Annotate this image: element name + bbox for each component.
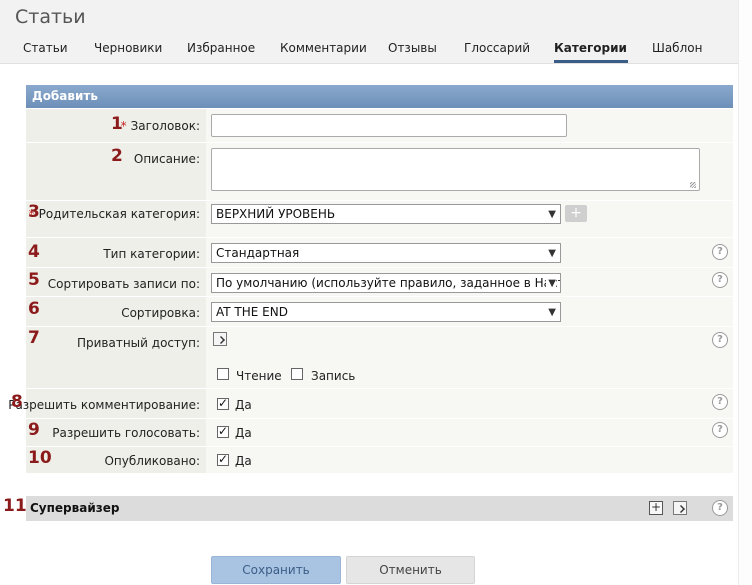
marker-11: 11 xyxy=(3,496,27,516)
chevron-down-icon: ▼ xyxy=(548,248,556,259)
tab-comments[interactable]: Комментарии xyxy=(280,40,367,63)
description-textarea[interactable] xyxy=(211,148,700,191)
allow-voting-label: Разрешить голосовать: xyxy=(52,426,200,440)
row-title: * Заголовок: xyxy=(26,109,733,143)
add-icon[interactable]: + xyxy=(649,501,663,515)
top-bar: Статьи Статьи Черновики Избранное Коммен… xyxy=(0,0,738,64)
parent-category-select[interactable]: ВЕРХНИЙ УРОВЕНЬ ▼ xyxy=(211,204,561,224)
category-type-label: Тип категории: xyxy=(103,247,200,261)
marker-8: 8 xyxy=(11,392,23,412)
published-label: Опубликовано: xyxy=(104,454,200,468)
sort-entries-select[interactable]: По умолчанию (используйте правило, задан… xyxy=(211,273,561,293)
marker-10: 10 xyxy=(28,448,52,468)
supervisor-section: Супервайзер + ? xyxy=(26,496,733,521)
allow-voting-checkbox[interactable] xyxy=(217,424,229,438)
tab-articles[interactable]: Статьи xyxy=(23,40,68,63)
allow-comments-yes-label: Да xyxy=(235,398,252,412)
help-icon[interactable]: ? xyxy=(712,332,728,348)
marker-5: 5 xyxy=(28,270,40,290)
allow-voting-yes-label: Да xyxy=(235,426,252,440)
permissions-icon[interactable] xyxy=(213,332,227,346)
help-icon[interactable]: ? xyxy=(712,272,728,288)
page-title: Статьи xyxy=(15,6,86,28)
row-category-type: Тип категории: Стандартная ▼ ? xyxy=(26,238,733,268)
chevron-down-icon: ▼ xyxy=(548,307,556,318)
add-parent-category-button[interactable]: + xyxy=(565,205,587,222)
row-sorting: Сортировка: AT THE END ▼ xyxy=(26,297,733,327)
row-description: Описание: xyxy=(26,143,733,201)
tab-glossary[interactable]: Глоссарий xyxy=(464,40,530,63)
resize-grip-icon[interactable] xyxy=(690,182,696,188)
marker-7: 7 xyxy=(28,328,40,348)
marker-1: 1 xyxy=(111,114,123,134)
title-label: * Заголовок: xyxy=(120,119,200,133)
row-allow-voting: Разрешить голосовать: Да ? xyxy=(26,419,733,447)
sort-entries-label: Сортировать записи по: xyxy=(47,277,200,291)
row-sort-entries: Сортировать записи по: По умолчанию (исп… xyxy=(26,268,733,297)
tab-favorites[interactable]: Избранное xyxy=(187,40,255,63)
cancel-button[interactable]: Отменить xyxy=(346,556,475,584)
marker-6: 6 xyxy=(28,299,40,319)
row-allow-comments: Разрешить комментирование: Да ? xyxy=(8,389,733,419)
vertical-scrollbar[interactable] xyxy=(738,0,752,585)
help-icon[interactable]: ? xyxy=(712,394,728,410)
row-published: Опубликовано: Да xyxy=(26,447,733,474)
description-label: Описание: xyxy=(133,152,200,166)
help-icon[interactable]: ? xyxy=(712,422,728,438)
write-label: Запись xyxy=(311,369,356,383)
tab-bar: Статьи Черновики Избранное Комментарии О… xyxy=(0,40,738,63)
parent-category-label: * Родительская категория: xyxy=(28,207,200,221)
allow-comments-checkbox[interactable] xyxy=(217,396,229,410)
category-type-select[interactable]: Стандартная ▼ xyxy=(211,243,561,263)
help-icon[interactable]: ? xyxy=(712,500,728,516)
tab-template[interactable]: Шаблон xyxy=(652,40,702,63)
save-button[interactable]: Сохранить xyxy=(211,556,341,584)
permissions-icon[interactable] xyxy=(673,501,687,515)
marker-3: 3 xyxy=(28,202,40,222)
supervisor-title: Супервайзер xyxy=(30,501,120,515)
private-access-label: Приватный доступ: xyxy=(76,336,200,350)
row-private-access: Приватный доступ: Чтение Запись ? xyxy=(26,327,733,389)
chevron-down-icon: ▼ xyxy=(548,209,556,220)
write-checkbox[interactable] xyxy=(291,368,303,380)
sorting-select[interactable]: AT THE END ▼ xyxy=(211,302,561,322)
published-yes-label: Да xyxy=(235,454,252,468)
tab-categories[interactable]: Категории xyxy=(554,40,628,63)
read-label: Чтение xyxy=(236,369,282,383)
tab-drafts[interactable]: Черновики xyxy=(94,40,162,63)
chevron-down-icon: ▼ xyxy=(546,275,556,292)
title-input[interactable] xyxy=(211,114,567,137)
sorting-label: Сортировка: xyxy=(121,306,200,320)
marker-4: 4 xyxy=(28,242,40,262)
row-parent-category: * Родительская категория: ВЕРХНИЙ УРОВЕНЬ… xyxy=(26,201,733,238)
read-checkbox[interactable] xyxy=(217,368,229,380)
marker-2: 2 xyxy=(111,146,123,166)
tab-reviews[interactable]: Отзывы xyxy=(388,40,437,63)
allow-comments-label: Разрешить комментирование: xyxy=(8,398,200,412)
published-checkbox[interactable] xyxy=(217,452,229,466)
marker-9: 9 xyxy=(28,420,40,440)
help-icon[interactable]: ? xyxy=(712,244,728,260)
panel-header-add: Добавить xyxy=(26,85,733,108)
